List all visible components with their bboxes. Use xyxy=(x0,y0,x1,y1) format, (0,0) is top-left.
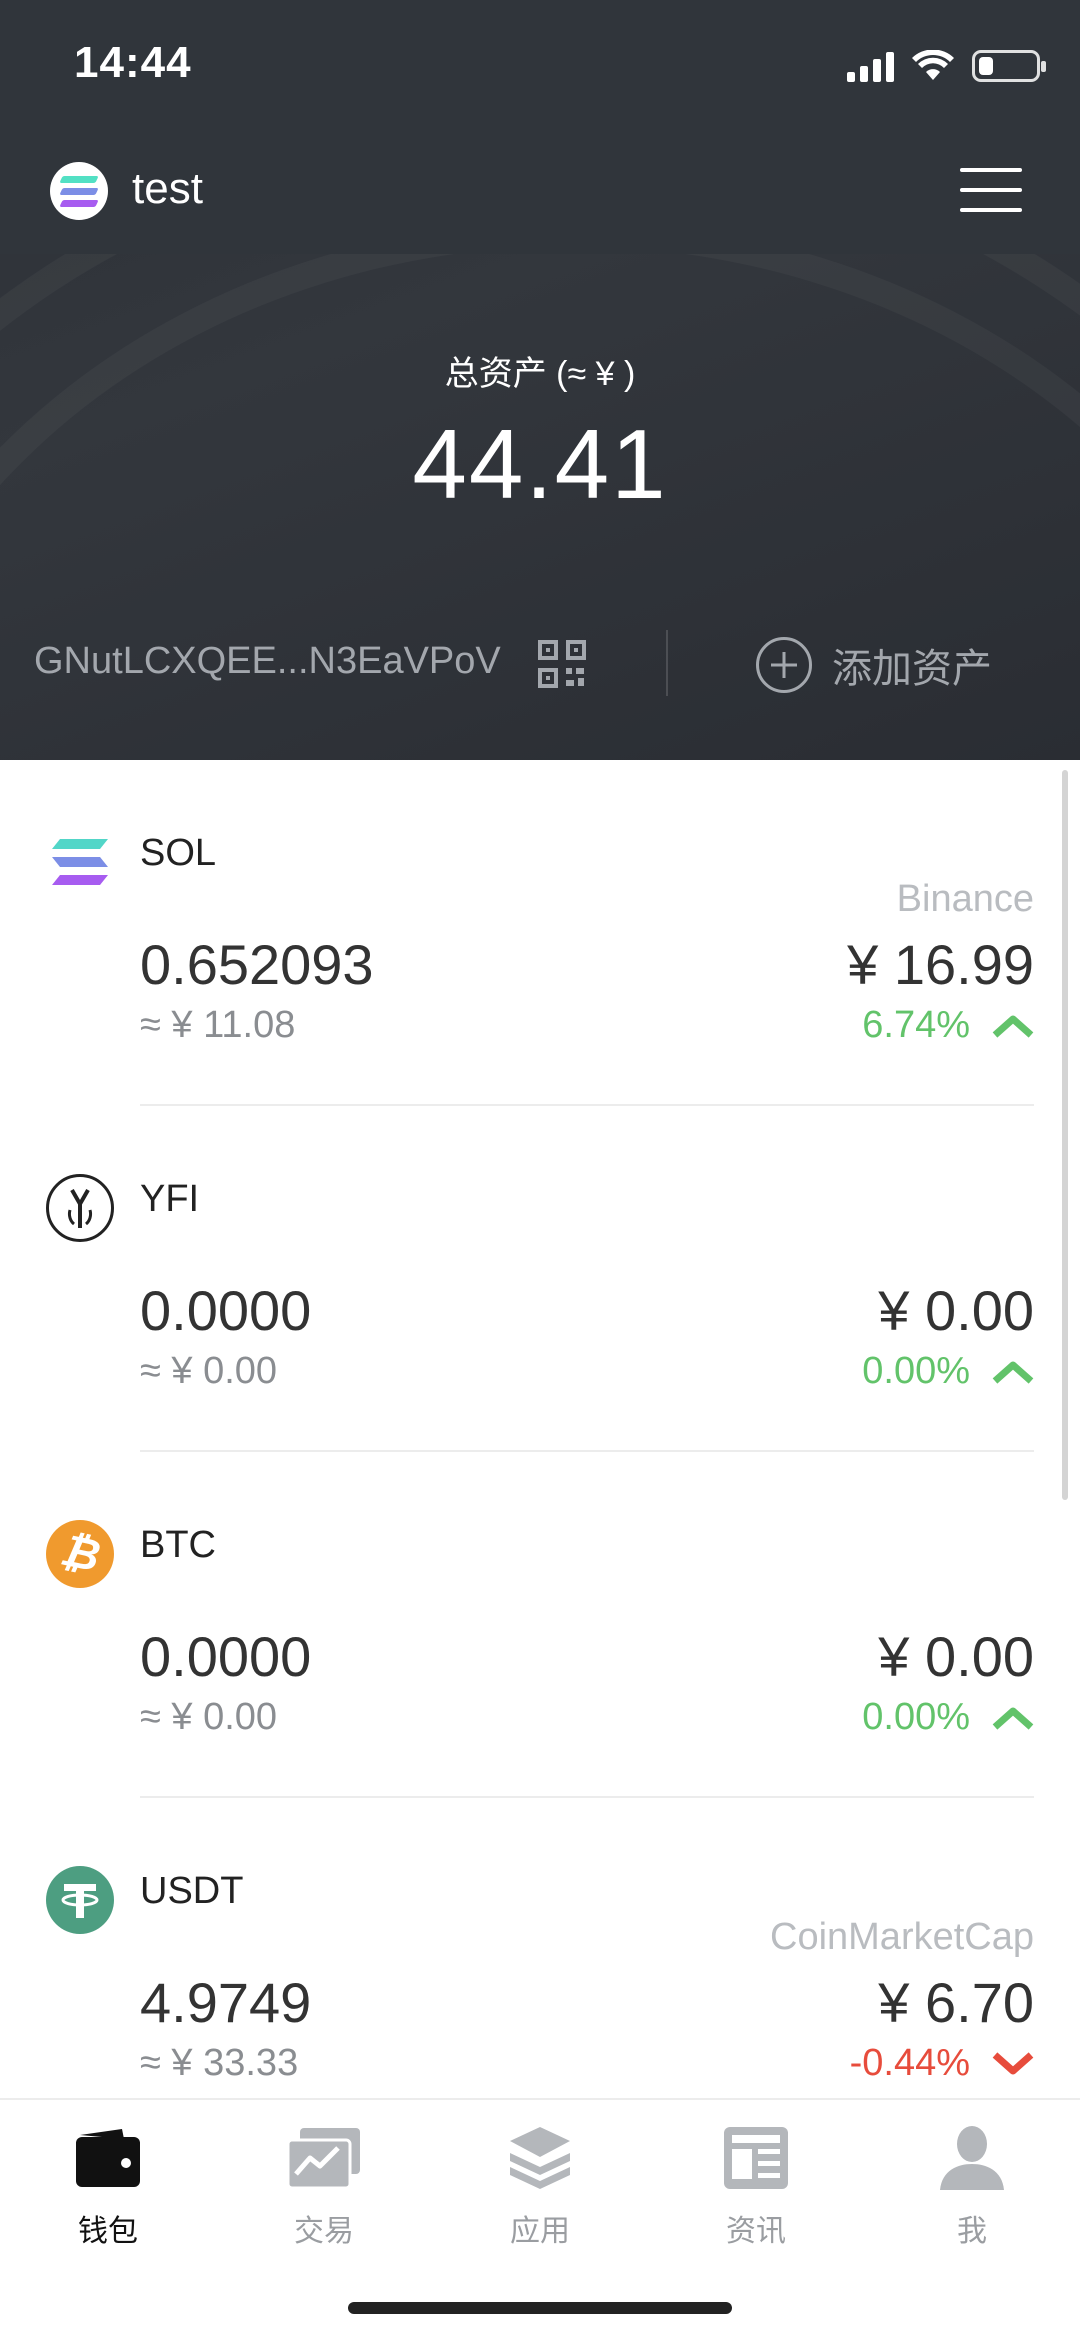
wallet-header: 14:44 test 总资产 (≈ ¥ ) 44.41 GNutLCXQEE..… xyxy=(0,0,1080,760)
wallet-icon xyxy=(70,2120,146,2196)
asset-price: ¥ 16.99 xyxy=(847,933,1034,996)
asset-price: ¥ 0.00 xyxy=(878,1625,1034,1688)
total-assets-label: 总资产 (≈ ¥ ) xyxy=(444,355,636,393)
asset-amount: 0.0000 xyxy=(140,1625,312,1688)
nav-trade[interactable]: 交易 xyxy=(254,2120,394,2250)
asset-amount: 4.9749 xyxy=(140,1971,312,2034)
nav-news[interactable]: 资讯 xyxy=(686,2120,826,2250)
asset-price: ¥ 6.70 xyxy=(878,1971,1034,2034)
sol-icon xyxy=(46,828,114,896)
add-asset-label: 添加资产 xyxy=(832,647,992,691)
asset-change: 0.00% xyxy=(862,1696,1034,1739)
layers-icon xyxy=(502,2120,578,2196)
asset-value: ≈ ¥ 33.33 xyxy=(140,2042,299,2084)
nav-label: 交易 xyxy=(294,2215,354,2248)
battery-icon xyxy=(972,50,1046,82)
asset-change-percent: 0.00% xyxy=(862,1696,970,1738)
yfi-icon xyxy=(46,1174,114,1242)
asset-row-usdt[interactable]: USDT CoinMarketCap 4.9749 ≈ ¥ 33.33 ¥ 6.… xyxy=(0,1798,1080,2144)
qr-code-icon[interactable] xyxy=(538,640,586,688)
chevron-down-icon xyxy=(992,2051,1034,2074)
nav-label: 资讯 xyxy=(726,2215,786,2248)
nav-label: 应用 xyxy=(510,2215,570,2248)
asset-symbol: USDT xyxy=(140,1870,244,1912)
status-icons xyxy=(847,46,1046,86)
wallet-name[interactable]: test xyxy=(132,164,203,214)
asset-value: ≈ ¥ 0.00 xyxy=(140,1696,278,1738)
total-assets-value: 44.41 xyxy=(412,409,668,519)
nav-label: 钱包 xyxy=(78,2215,138,2248)
asset-symbol: SOL xyxy=(140,832,217,874)
btc-icon: ₿ xyxy=(46,1520,114,1588)
wallet-address[interactable]: GNutLCXQEE...N3EaVPoV xyxy=(34,640,501,683)
asset-row-yfi[interactable]: YFI 0.0000 ≈ ¥ 0.00 ¥ 0.00 0.00% xyxy=(0,1106,1080,1452)
chevron-up-icon xyxy=(992,1015,1034,1038)
scrollbar[interactable] xyxy=(1062,770,1068,1500)
chevron-up-icon xyxy=(992,1361,1034,1384)
asset-row-sol[interactable]: SOL Binance 0.652093 ≈ ¥ 11.08 ¥ 16.99 6… xyxy=(0,760,1080,1106)
trade-chart-icon xyxy=(286,2120,362,2196)
asset-amount: 0.652093 xyxy=(140,933,374,996)
asset-amount: 0.0000 xyxy=(140,1279,312,1342)
chevron-up-icon xyxy=(992,1707,1034,1730)
asset-list: SOL Binance 0.652093 ≈ ¥ 11.08 ¥ 16.99 6… xyxy=(0,760,1080,2144)
status-time: 14:44 xyxy=(74,38,192,87)
solana-logo-icon[interactable] xyxy=(50,162,108,220)
home-indicator[interactable] xyxy=(348,2302,732,2314)
profile-icon xyxy=(934,2120,1010,2196)
nav-wallet[interactable]: 钱包 xyxy=(38,2120,178,2250)
asset-change: 0.00% xyxy=(862,1350,1034,1393)
asset-change-percent: 6.74% xyxy=(862,1004,970,1046)
asset-value: ≈ ¥ 0.00 xyxy=(140,1350,278,1392)
nav-apps[interactable]: 应用 xyxy=(470,2120,610,2250)
asset-symbol: BTC xyxy=(140,1524,216,1566)
signal-icon xyxy=(847,50,894,82)
asset-row-btc[interactable]: ₿ BTC 0.0000 ≈ ¥ 0.00 ¥ 0.00 0.00% xyxy=(0,1452,1080,1798)
asset-change: 6.74% xyxy=(862,1004,1034,1047)
asset-change-percent: 0.00% xyxy=(862,1350,970,1392)
asset-change: -0.44% xyxy=(850,2042,1034,2085)
asset-change-percent: -0.44% xyxy=(849,2042,970,2084)
nav-label: 我 xyxy=(957,2215,987,2248)
battery-level xyxy=(979,57,993,75)
asset-price: ¥ 0.00 xyxy=(878,1279,1034,1342)
wifi-icon xyxy=(912,50,954,80)
nav-profile[interactable]: 我 xyxy=(902,2120,1042,2250)
asset-symbol: YFI xyxy=(140,1178,200,1220)
menu-icon[interactable] xyxy=(960,168,1022,212)
plus-circle-icon xyxy=(756,637,812,693)
asset-price-source: CoinMarketCap xyxy=(770,1916,1034,1958)
news-icon xyxy=(718,2120,794,2196)
header-divider xyxy=(666,630,668,696)
asset-price-source: Binance xyxy=(896,878,1034,920)
asset-value: ≈ ¥ 11.08 xyxy=(140,1004,296,1046)
add-asset-button[interactable]: 添加资产 xyxy=(756,636,992,694)
usdt-icon xyxy=(46,1866,114,1934)
